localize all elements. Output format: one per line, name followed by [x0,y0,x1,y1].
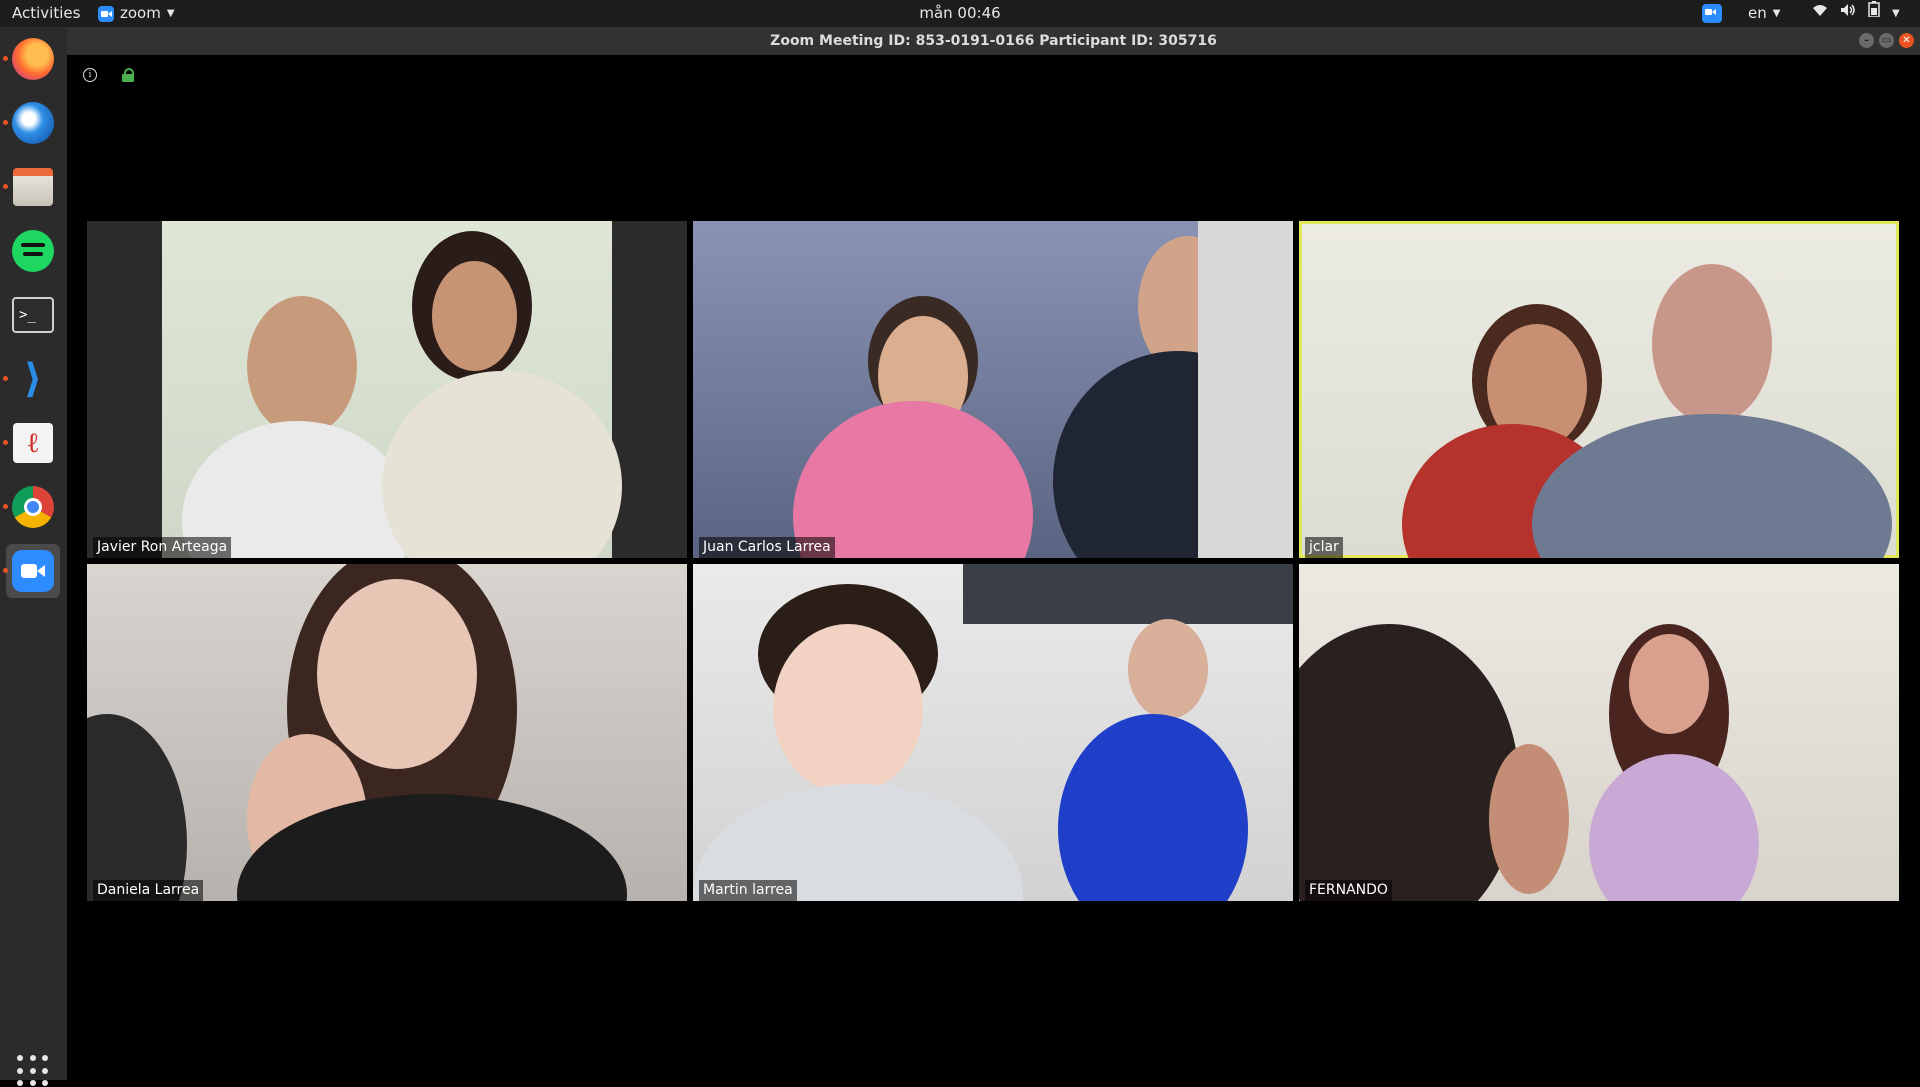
vscode-icon: ⟩ [23,356,43,402]
dock-item-files[interactable] [3,160,60,214]
window-controls: – ▭ ✕ [1859,33,1914,48]
dock-item-terminal[interactable]: >_ [6,288,60,342]
dock-item-vscode[interactable]: ⟩ [3,352,60,406]
maximize-button[interactable]: ▭ [1879,33,1894,48]
video-feed [693,221,1293,558]
text-editor-icon: ℓ [13,423,53,463]
video-feed [162,221,622,558]
running-indicator [3,504,8,509]
video-tile[interactable]: Daniela Larrea [87,564,687,901]
wifi-icon [1812,0,1828,27]
window-title-bar[interactable]: Zoom Meeting ID: 853-0191-0166 Participa… [67,27,1920,55]
show-applications-icon[interactable] [17,1055,49,1087]
spotify-icon [12,230,54,272]
lock-icon[interactable] [122,68,134,82]
video-feed [1299,564,1899,901]
dock: >_ ⟩ ℓ [0,27,67,1087]
chrome-icon [12,486,54,528]
files-icon [13,168,53,206]
running-indicator [3,568,8,573]
video-feed [1302,224,1896,558]
window-title: Zoom Meeting ID: 853-0191-0166 Participa… [770,33,1217,49]
running-indicator [3,440,8,445]
running-indicator [3,56,8,61]
clock[interactable]: mån 00:46 [0,0,1920,27]
video-tile-active-speaker[interactable]: jclar [1299,221,1899,558]
zoom-icon [1702,4,1722,23]
terminal-icon: >_ [12,297,54,333]
battery-icon [1868,0,1880,27]
volume-icon [1840,0,1856,27]
participant-name: Martin larrea [699,880,797,901]
zoom-icon [12,550,54,592]
dock-item-chrome[interactable] [3,480,60,534]
language-label: en [1748,4,1767,22]
video-tile[interactable]: FERNANDO [1299,564,1899,901]
minimize-button[interactable]: – [1859,33,1874,48]
dock-item-zoom[interactable] [3,544,60,598]
dock-item-thunderbird[interactable] [3,96,60,150]
chevron-down-icon: ▼ [1892,8,1900,19]
participant-name: Daniela Larrea [93,880,204,901]
dock-item-text-editor[interactable]: ℓ [3,416,60,470]
zoom-tray-icon[interactable] [1702,4,1722,23]
video-tile[interactable]: Juan Carlos Larrea [693,221,1293,558]
language-selector[interactable]: en ▼ [1748,0,1780,27]
video-tile[interactable]: Martin larrea [693,564,1293,901]
firefox-icon [12,38,54,80]
running-indicator [3,120,8,125]
chevron-down-icon: ▼ [1772,8,1781,19]
top-bar: Activities zoom ▼ mån 00:46 en ▼ ▼ [0,0,1920,27]
video-feed [87,564,687,901]
running-indicator [3,376,8,381]
running-indicator [3,184,8,189]
participant-name: Juan Carlos Larrea [699,537,835,558]
info-icon[interactable]: i [83,68,97,82]
video-feed [693,564,1293,901]
participant-name: jclar [1305,537,1343,558]
system-tray[interactable]: ▼ [1812,0,1900,27]
close-button[interactable]: ✕ [1899,33,1914,48]
dock-item-spotify[interactable] [6,224,60,278]
participant-name: Javier Ron Arteaga [93,537,232,558]
thunderbird-icon [12,102,54,144]
video-tile[interactable]: Javier Ron Arteaga [87,221,687,558]
participant-name: FERNANDO [1305,880,1392,901]
dock-item-firefox[interactable] [3,32,60,86]
